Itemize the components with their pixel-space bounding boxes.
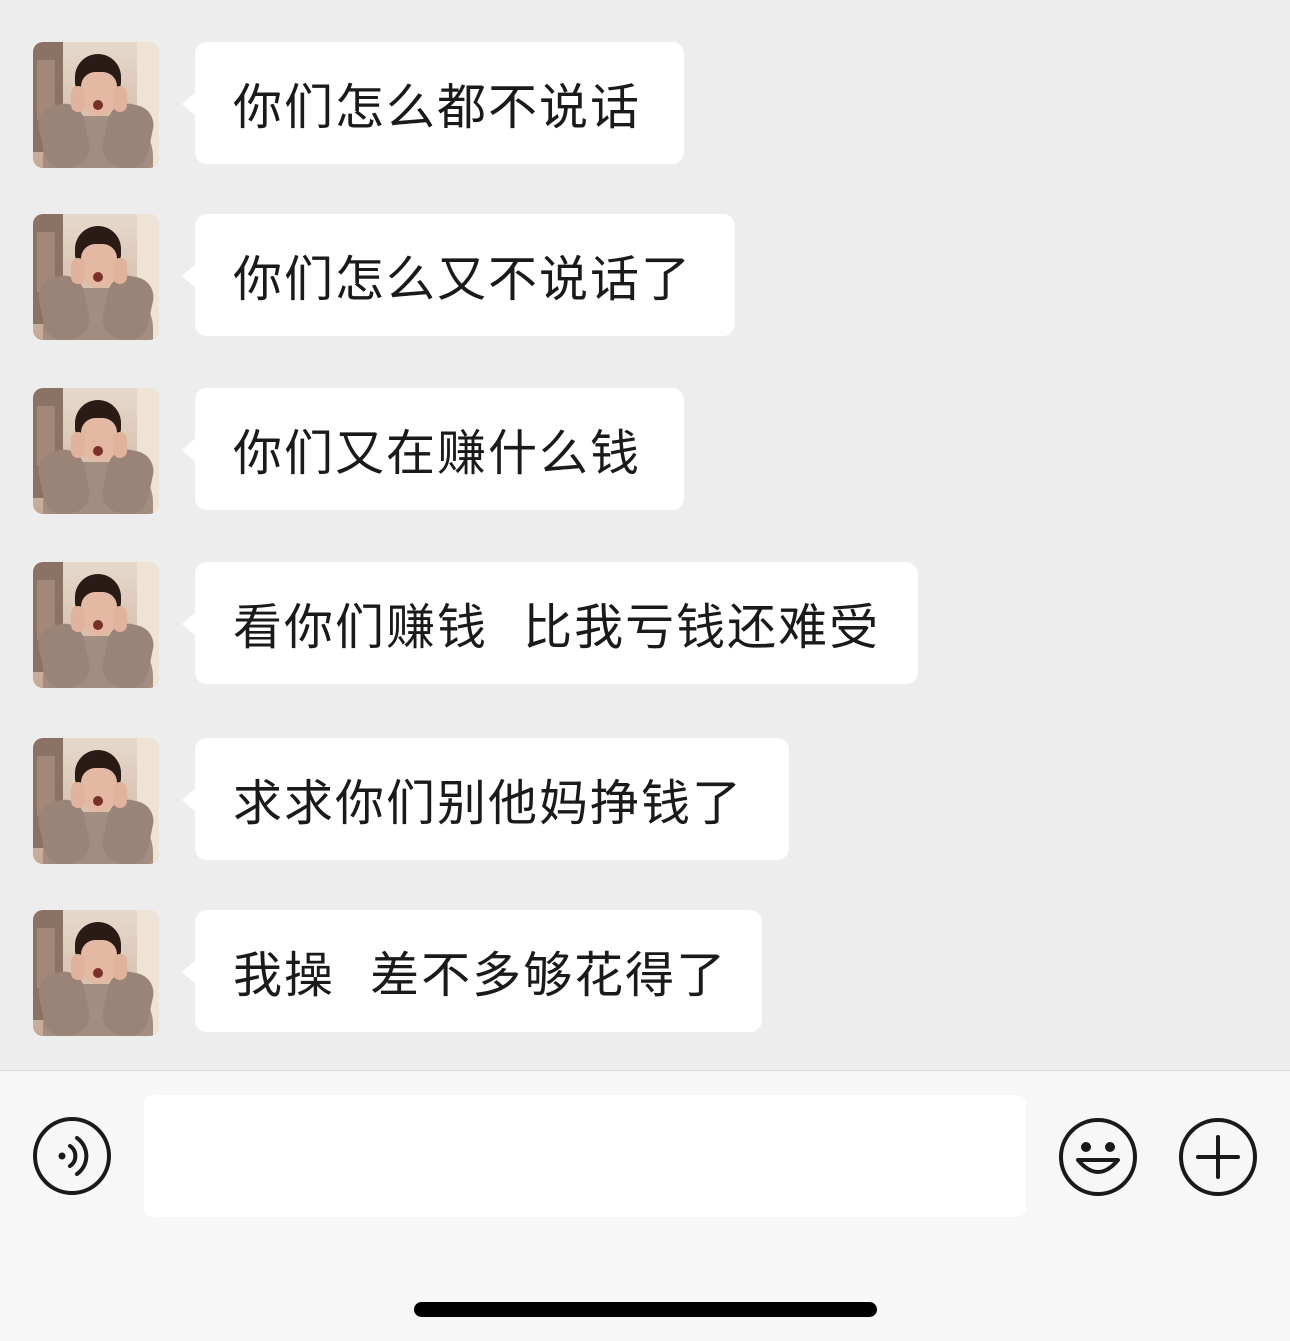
avatar[interactable] bbox=[33, 42, 159, 168]
avatar[interactable] bbox=[33, 214, 159, 340]
emoji-icon bbox=[1059, 1118, 1137, 1196]
chat-area: 你们怎么都不说话 你们怎么又不说话了 你们又在赚什么钱 看你们赚钱 比我亏钱还难… bbox=[0, 0, 1290, 1070]
message-bubble[interactable]: 你们怎么又不说话了 bbox=[182, 214, 735, 336]
avatar[interactable] bbox=[33, 562, 159, 688]
message-row: 你们又在赚什么钱 bbox=[0, 388, 1290, 514]
message-row: 你们怎么都不说话 bbox=[0, 42, 1290, 168]
message-input[interactable] bbox=[144, 1095, 1026, 1217]
message-row: 求求你们别他妈挣钱了 bbox=[0, 738, 1290, 864]
message-bubble[interactable]: 你们又在赚什么钱 bbox=[182, 388, 684, 510]
message-bubble[interactable]: 求求你们别他妈挣钱了 bbox=[182, 738, 789, 860]
message-row: 看你们赚钱 比我亏钱还难受 bbox=[0, 562, 1290, 688]
home-indicator[interactable] bbox=[414, 1302, 877, 1317]
avatar[interactable] bbox=[33, 388, 159, 514]
voice-icon bbox=[33, 1117, 111, 1195]
message-bubble[interactable]: 你们怎么都不说话 bbox=[182, 42, 684, 164]
avatar[interactable] bbox=[33, 738, 159, 864]
voice-button[interactable] bbox=[32, 1116, 112, 1196]
message-bubble[interactable]: 我操 差不多够花得了 bbox=[182, 910, 762, 1032]
message-bubble[interactable]: 看你们赚钱 比我亏钱还难受 bbox=[182, 562, 918, 684]
input-bar bbox=[0, 1070, 1290, 1341]
plus-icon bbox=[1179, 1118, 1257, 1196]
emoji-button[interactable] bbox=[1057, 1116, 1139, 1198]
more-button[interactable] bbox=[1177, 1116, 1259, 1198]
message-row: 你们怎么又不说话了 bbox=[0, 214, 1290, 340]
message-row: 我操 差不多够花得了 bbox=[0, 910, 1290, 1036]
avatar[interactable] bbox=[33, 910, 159, 1036]
